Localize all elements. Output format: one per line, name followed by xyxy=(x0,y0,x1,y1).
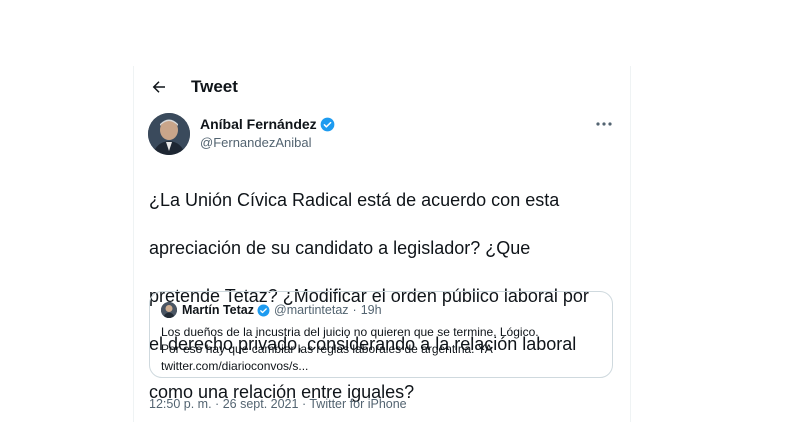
verified-badge-icon xyxy=(320,117,335,132)
tweet-source[interactable]: Twitter for iPhone xyxy=(309,397,406,411)
tweet-text-line: apreciación de su candidato a legislador… xyxy=(149,238,531,258)
tweet-card: Tweet Aníbal Fernández @FernandezAnibal xyxy=(133,66,631,422)
arrow-left-icon xyxy=(152,81,165,93)
more-icon xyxy=(596,122,612,126)
avatar-image xyxy=(148,113,190,155)
author-handle[interactable]: @FernandezAnibal xyxy=(200,135,311,150)
quoted-author-handle: @martintetaz xyxy=(274,303,349,317)
quoted-text-line: Por eso hay que cambiar las reglas labor… xyxy=(161,342,493,356)
quoted-tweet-text: Los dueños de la incustria del juicio no… xyxy=(161,324,601,375)
separator-dot: · xyxy=(352,303,357,317)
quoted-tweet-header: Martín Tetaz @martintetaz · 19h xyxy=(161,302,382,318)
quoted-timestamp: 19h xyxy=(360,303,382,317)
page-title: Tweet xyxy=(191,77,238,96)
author-name-line: Aníbal Fernández xyxy=(200,116,335,132)
quoted-avatar xyxy=(161,302,177,318)
separator-dot: · xyxy=(215,397,220,411)
tweet-date[interactable]: 26 sept. 2021 xyxy=(223,397,299,411)
back-button[interactable] xyxy=(142,70,176,104)
quoted-text-line: Los dueños de la incustria del juicio no… xyxy=(161,325,539,339)
verified-badge-icon xyxy=(257,304,270,317)
tweet-time[interactable]: 12:50 p. m. xyxy=(149,397,212,411)
tweet-text-line: ¿La Unión Cívica Radical está de acuerdo… xyxy=(149,190,560,210)
avatar[interactable] xyxy=(148,113,190,155)
quoted-tweet[interactable]: Martín Tetaz @martintetaz · 19h Los dueñ… xyxy=(149,291,613,378)
tweet-header: Tweet xyxy=(134,66,630,108)
author-row: Aníbal Fernández @FernandezAnibal xyxy=(148,113,618,161)
quoted-link[interactable]: twitter.com/diarioconvos/s... xyxy=(161,358,601,375)
more-options-button[interactable] xyxy=(590,113,618,135)
author-name[interactable]: Aníbal Fernández xyxy=(200,116,317,132)
quoted-author-name: Martín Tetaz xyxy=(182,303,254,317)
tweet-metadata: 12:50 p. m. · 26 sept. 2021 · Twitter fo… xyxy=(149,397,407,411)
separator-dot: · xyxy=(301,397,307,411)
